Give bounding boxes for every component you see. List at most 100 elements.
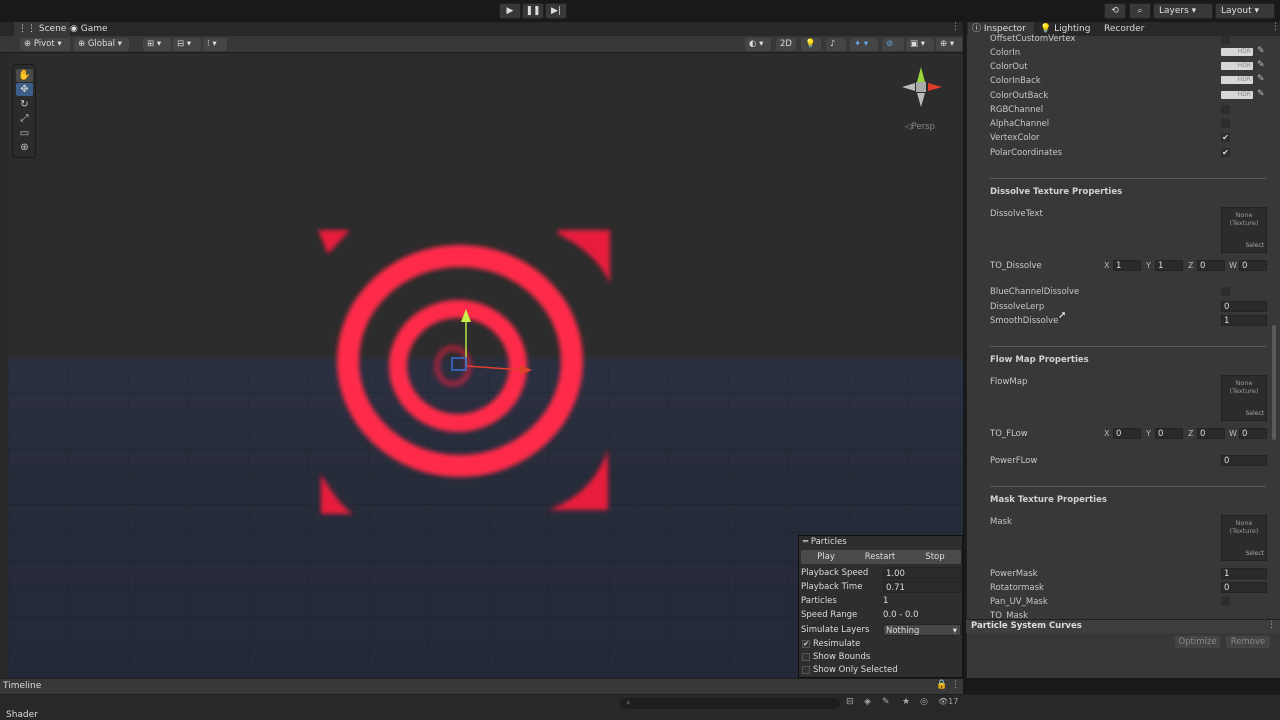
persp-label[interactable]: ◁Persp bbox=[905, 122, 935, 132]
inspector-scrollbar[interactable] bbox=[1272, 325, 1276, 440]
step-button[interactable]: ▶| bbox=[545, 3, 567, 19]
curves-menu-icon[interactable]: ⋮ bbox=[1267, 620, 1276, 630]
to-flow-z[interactable]: 0 bbox=[1197, 428, 1225, 439]
timeline-menu-icon[interactable]: ⋮ bbox=[951, 680, 960, 690]
to-dissolve-y[interactable]: 1 bbox=[1155, 260, 1183, 271]
blue-channel-dissolve-checkbox[interactable] bbox=[1221, 287, 1230, 296]
layers-dropdown[interactable]: Layers ▾ bbox=[1153, 3, 1213, 19]
offset-custom-checkbox[interactable] bbox=[1221, 35, 1230, 44]
favorite-icon[interactable]: ★ bbox=[902, 697, 910, 707]
texture-select-button[interactable]: Select bbox=[1245, 550, 1264, 558]
hidden-objects-icon[interactable]: ⊘ bbox=[882, 38, 904, 51]
mask-texture-slot[interactable]: None (Texture) Select bbox=[1221, 515, 1267, 561]
tab-game[interactable]: ◉ Game bbox=[66, 22, 112, 36]
particles-stop-button[interactable]: Stop bbox=[909, 550, 961, 564]
vertex-color-checkbox[interactable]: ✔ bbox=[1221, 133, 1230, 142]
grid-snap-icon[interactable]: ⊞ ▾ bbox=[143, 38, 171, 51]
eyedropper-icon[interactable]: ✎ bbox=[1257, 46, 1265, 56]
scale-tool-icon[interactable]: ⤢ bbox=[16, 112, 33, 125]
particles-restart-button[interactable]: Restart bbox=[854, 550, 906, 564]
rect-tool-icon[interactable]: ▭ bbox=[16, 127, 33, 140]
particles-play-button[interactable]: Play bbox=[801, 550, 851, 564]
power-mask-field[interactable]: 1 bbox=[1221, 568, 1267, 579]
eyedropper-icon[interactable]: ✎ bbox=[1257, 74, 1265, 84]
axis-x-label: X bbox=[1104, 429, 1110, 438]
effects-toggle-icon[interactable]: ✦ ▾ bbox=[850, 38, 878, 51]
rgb-channel-checkbox[interactable] bbox=[1221, 105, 1230, 114]
scene-menu-icon[interactable]: ⋮ bbox=[951, 22, 960, 32]
layers-label: Layers bbox=[1159, 6, 1189, 16]
simulate-layers-dropdown[interactable]: Nothing ▾ bbox=[883, 624, 961, 636]
color-out-swatch[interactable]: HDR bbox=[1221, 62, 1253, 70]
rotator-mask-field[interactable]: 0 bbox=[1221, 582, 1267, 593]
to-dissolve-x[interactable]: 1 bbox=[1113, 260, 1141, 271]
mode-2d-button[interactable]: 2D bbox=[776, 38, 796, 51]
audio-toggle-icon[interactable]: ♪ bbox=[826, 38, 846, 51]
optimize-button[interactable]: Optimize bbox=[1175, 636, 1220, 648]
particle-system-curves-bar[interactable]: Particle System Curves ⋮ bbox=[966, 619, 1280, 633]
pan-uv-mask-checkbox[interactable] bbox=[1221, 597, 1230, 606]
dissolve-texture-slot[interactable]: None (Texture) Select bbox=[1221, 207, 1267, 253]
camera-settings-icon[interactable]: ▣ ▾ bbox=[906, 38, 934, 51]
axis-z-label: Z bbox=[1188, 429, 1194, 438]
timeline-panel[interactable]: Timeline 🔒 ⋮ bbox=[0, 678, 963, 694]
to-flow-y[interactable]: 0 bbox=[1155, 428, 1183, 439]
color-in-back-swatch[interactable]: HDR bbox=[1221, 76, 1253, 84]
tab-scene[interactable]: ⋮⋮ Scene bbox=[14, 22, 71, 36]
dissolve-lerp-field[interactable]: 0 bbox=[1221, 301, 1267, 312]
texture-type-text: (Texture) bbox=[1229, 387, 1259, 395]
layout-dropdown[interactable]: Layout ▾ bbox=[1215, 3, 1275, 19]
grid-icon[interactable]: ⊟ ▾ bbox=[173, 38, 201, 51]
playback-speed-field[interactable]: 1.00 bbox=[883, 567, 961, 579]
hand-tool-icon[interactable]: ✋ bbox=[16, 69, 33, 82]
alpha-channel-checkbox[interactable] bbox=[1221, 119, 1230, 128]
color-out-back-swatch[interactable]: HDR bbox=[1221, 91, 1253, 99]
brush-icon[interactable]: ✎ bbox=[882, 697, 890, 707]
texture-select-button[interactable]: Select bbox=[1245, 242, 1264, 250]
tag-icon[interactable]: ◈ bbox=[864, 697, 871, 707]
remove-button[interactable]: Remove bbox=[1226, 636, 1270, 648]
color-in-swatch[interactable]: HDR bbox=[1221, 48, 1253, 56]
show-only-selected-checkbox[interactable] bbox=[802, 666, 810, 674]
smooth-dissolve-field[interactable]: 1 bbox=[1221, 315, 1267, 326]
to-dissolve-z[interactable]: 0 bbox=[1197, 260, 1225, 271]
shading-mode-icon[interactable]: ◐ ▾ bbox=[745, 38, 771, 51]
tab-recorder[interactable]: Recorder bbox=[1104, 22, 1144, 36]
lighting-toggle-icon[interactable]: 💡 bbox=[801, 38, 821, 51]
play-button[interactable]: ▶ bbox=[499, 3, 521, 19]
to-dissolve-w[interactable]: 0 bbox=[1239, 260, 1267, 271]
mode-2d-label: 2D bbox=[780, 39, 792, 49]
lock-icon[interactable]: 🔒 bbox=[936, 680, 947, 690]
search-icon[interactable]: ⌕ bbox=[1129, 3, 1151, 19]
top-toolbar bbox=[0, 0, 1280, 22]
axis-z-label: Z bbox=[1188, 261, 1194, 270]
move-tool-icon[interactable]: ✥ bbox=[16, 83, 33, 96]
resimulate-checkbox[interactable]: ✔ bbox=[802, 640, 810, 648]
playback-time-field[interactable]: 0.71 bbox=[883, 581, 961, 593]
pause-button[interactable]: ❚❚ bbox=[522, 3, 544, 19]
increment-snap-icon[interactable]: ⁝ ▾ bbox=[203, 38, 227, 51]
gizmos-icon[interactable]: ⊕ ▾ bbox=[936, 38, 962, 51]
inspector-menu-icon[interactable]: ⋮ bbox=[1271, 22, 1280, 32]
transform-tool-icon[interactable]: ⊛ bbox=[16, 141, 33, 154]
polar-coordinates-checkbox[interactable]: ✔ bbox=[1221, 148, 1230, 157]
flow-map-texture-slot[interactable]: None (Texture) Select bbox=[1221, 375, 1267, 421]
rotate-tool-icon[interactable]: ↻ bbox=[16, 98, 33, 111]
to-mask-label: TO_Mask bbox=[990, 611, 1029, 619]
texture-select-button[interactable]: Select bbox=[1245, 410, 1264, 418]
console-search-input[interactable]: ⌕ bbox=[620, 698, 840, 709]
eyedropper-icon[interactable]: ✎ bbox=[1257, 89, 1265, 99]
eyedropper-icon[interactable]: ✎ bbox=[1257, 60, 1265, 70]
power-flow-field[interactable]: 0 bbox=[1221, 455, 1267, 466]
resimulate-label: Resimulate bbox=[813, 639, 861, 649]
visibility-icon[interactable]: ◎ bbox=[920, 697, 928, 707]
to-flow-w[interactable]: 0 bbox=[1239, 428, 1267, 439]
global-dropdown[interactable]: ⊕ Global ▾ bbox=[74, 38, 129, 51]
filter-icon[interactable]: ⊟ bbox=[846, 697, 854, 707]
power-mask-label: PowerMask bbox=[990, 569, 1038, 579]
show-bounds-label: Show Bounds bbox=[813, 652, 871, 662]
history-icon[interactable]: ⟲ bbox=[1104, 3, 1126, 19]
show-bounds-checkbox[interactable] bbox=[802, 653, 810, 661]
to-flow-x[interactable]: 0 bbox=[1113, 428, 1141, 439]
pivot-dropdown[interactable]: ⊕ Pivot ▾ bbox=[20, 38, 70, 51]
